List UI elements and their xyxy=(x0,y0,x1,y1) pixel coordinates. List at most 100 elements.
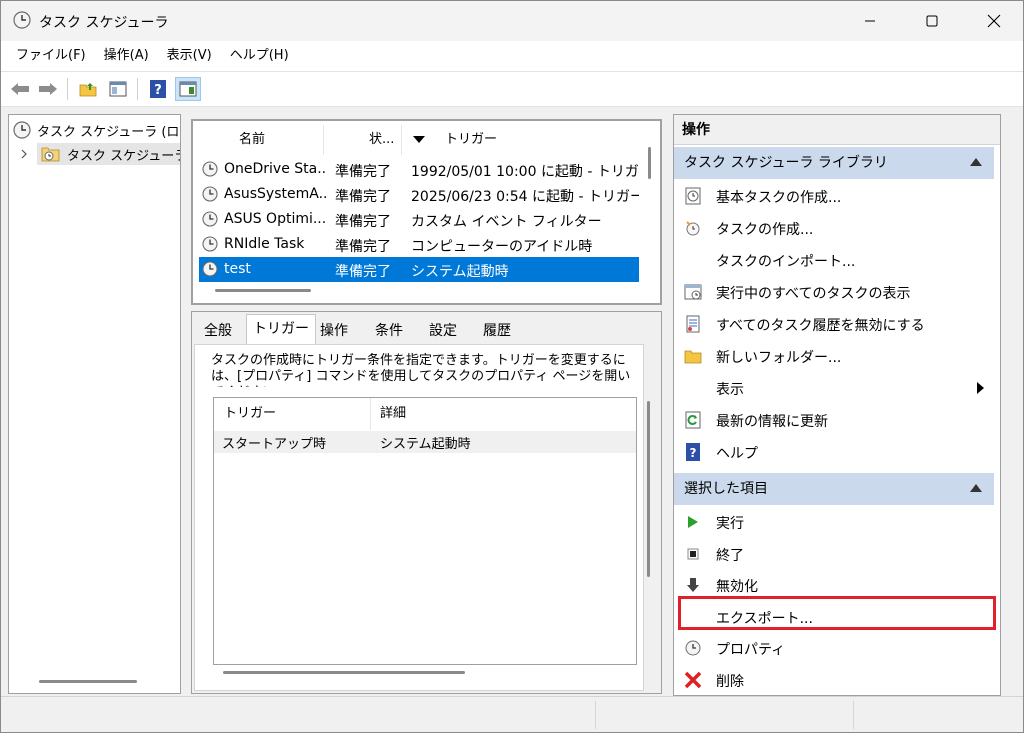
action-library_items-2[interactable]: タスクのインポート... xyxy=(674,244,994,275)
column-divider[interactable] xyxy=(401,125,402,155)
section-selected-item[interactable]: 選択した項目 xyxy=(674,473,994,505)
task-list: 名前 状... トリガー OneDrive Sta... 準備完了 1992/05/… xyxy=(191,119,662,305)
vertical-scrollbar[interactable] xyxy=(648,147,651,179)
task-row[interactable]: ASUS Optimi... 準備完了 カスタム イベント フィルター xyxy=(199,207,639,232)
maximize-icon xyxy=(926,15,938,27)
status-divider xyxy=(595,701,596,729)
up-folder-button[interactable] xyxy=(75,77,101,101)
close-icon xyxy=(987,14,1001,28)
tab-content: タスクの作成時にトリガー条件を指定できます。トリガーを変更するには、[プロパティ… xyxy=(194,344,650,691)
column-header-trigger[interactable]: トリガー xyxy=(445,125,497,155)
task-clock-icon xyxy=(202,261,218,277)
close-button[interactable] xyxy=(971,1,1017,41)
task-trigger: コンピューターのアイドル時 xyxy=(411,239,593,255)
action-library_items-1[interactable]: タスクの作成... xyxy=(674,212,994,243)
action-label: 表示 xyxy=(716,382,744,398)
action-library_items-6[interactable]: 表示 xyxy=(674,372,994,403)
tree-item-label: タスク スケジューラ (ローカル) xyxy=(37,124,180,140)
basic-task-icon xyxy=(684,187,702,205)
task-status: 準備完了 xyxy=(335,214,391,230)
toolbar: ? xyxy=(1,71,1023,107)
run-icon xyxy=(684,513,702,531)
svg-text:?: ? xyxy=(154,83,162,98)
section-library[interactable]: タスク スケジューラ ライブラリ xyxy=(674,147,994,179)
status-divider xyxy=(853,701,854,729)
tab-general[interactable]: 全般 xyxy=(198,318,238,345)
action-selected_items-5[interactable]: 削除 xyxy=(674,664,994,695)
action-library_items-8[interactable]: ? ヘルプ xyxy=(674,436,994,467)
action-selected_items-0[interactable]: 実行 xyxy=(674,506,994,537)
action-library_items-3[interactable]: 実行中のすべてのタスクの表示 xyxy=(674,276,994,307)
action-label: プロパティ xyxy=(716,642,786,658)
column-header-status[interactable]: 状... xyxy=(369,125,394,155)
action-label: タスクのインポート... xyxy=(716,254,856,270)
tree-item-library[interactable]: タスク スケジューラ ライブラリ xyxy=(19,143,180,165)
collapse-caret-icon[interactable] xyxy=(970,484,982,492)
action-label: すべてのタスク履歴を無効にする xyxy=(716,318,925,334)
create-task-icon xyxy=(684,219,702,237)
column-divider[interactable] xyxy=(323,125,324,155)
status-bar xyxy=(1,696,1023,732)
task-row[interactable]: OneDrive Sta... 準備完了 1992/05/01 10:00 に起動 … xyxy=(199,157,639,182)
window-title: タスク スケジューラ xyxy=(39,15,169,31)
vertical-scrollbar[interactable] xyxy=(647,401,650,577)
horizontal-scrollbar[interactable] xyxy=(215,289,311,292)
horizontal-scrollbar[interactable] xyxy=(39,680,137,683)
action-library_items-7[interactable]: 最新の情報に更新 xyxy=(674,404,994,435)
help-button[interactable]: ? xyxy=(145,77,171,101)
properties-icon xyxy=(684,639,702,657)
action-label: 終了 xyxy=(716,547,744,564)
tab-triggers[interactable]: トリガー xyxy=(246,314,316,345)
task-scheduler-window: タスク スケジューラ ファイル(F) 操作(A) 表示(V) ヘルプ(H) ? … xyxy=(0,0,1024,733)
collapse-caret-icon[interactable] xyxy=(970,158,982,166)
task-name: AsusSystemA... xyxy=(224,186,327,202)
back-button[interactable] xyxy=(7,77,33,101)
tab-settings[interactable]: 設定 xyxy=(423,318,463,345)
forward-arrow-icon xyxy=(39,83,57,95)
menu-help[interactable]: ヘルプ(H) xyxy=(221,41,298,71)
highlight-box xyxy=(678,596,996,630)
task-row[interactable]: AsusSystemA... 準備完了 2025/06/23 0:54 に起動 - … xyxy=(199,182,639,207)
action-library_items-4[interactable]: すべてのタスク履歴を無効にする xyxy=(674,308,994,339)
task-clock-icon xyxy=(202,186,218,202)
clock-icon xyxy=(13,11,31,29)
submenu-arrow-icon xyxy=(977,382,984,394)
folder-icon xyxy=(684,347,702,365)
tree-item-root[interactable]: タスク スケジューラ (ローカル) xyxy=(13,119,180,141)
task-status: 準備完了 xyxy=(335,239,391,255)
tab-conditions[interactable]: 条件 xyxy=(369,318,409,345)
show-hide-tree-button[interactable] xyxy=(105,77,131,101)
menu-view[interactable]: 表示(V) xyxy=(158,41,221,71)
horizontal-scrollbar[interactable] xyxy=(223,671,465,674)
tab-history[interactable]: 履歴 xyxy=(477,318,517,345)
column-header-detail[interactable]: 詳細 xyxy=(380,398,406,430)
action-label: 削除 xyxy=(716,673,744,690)
column-divider[interactable] xyxy=(370,398,371,430)
task-status: 準備完了 xyxy=(335,189,391,205)
forward-button[interactable] xyxy=(35,77,61,101)
column-header-trigger[interactable]: トリガー xyxy=(224,398,276,430)
actions-pane-title: 操作 xyxy=(674,115,1000,145)
folder-up-icon xyxy=(79,83,97,97)
menu-file[interactable]: ファイル(F) xyxy=(7,41,95,71)
chevron-right-icon[interactable] xyxy=(19,149,29,159)
help-icon: ? xyxy=(150,80,166,98)
show-hide-action-pane-button[interactable] xyxy=(175,77,201,101)
action-selected_items-1[interactable]: 終了 xyxy=(674,538,994,569)
task-row[interactable]: RNIdle Task 準備完了 コンピューターのアイドル時 xyxy=(199,232,639,257)
task-name: RNIdle Task xyxy=(224,236,305,252)
action-selected_items-4[interactable]: プロパティ xyxy=(674,632,994,663)
end-icon xyxy=(684,545,702,563)
task-row[interactable]: test 準備完了 システム起動時 xyxy=(199,257,639,282)
maximize-button[interactable] xyxy=(909,1,955,41)
action-library_items-5[interactable]: 新しいフォルダー... xyxy=(674,340,994,371)
action-label: タスクの作成... xyxy=(716,222,814,238)
column-header-name[interactable]: 名前 xyxy=(239,125,265,155)
minimize-button[interactable] xyxy=(847,1,893,41)
running-tasks-icon xyxy=(684,283,702,301)
sort-descending-icon xyxy=(413,136,425,143)
task-trigger: システム起動時 xyxy=(411,264,509,280)
tab-actions[interactable]: 操作 xyxy=(314,318,354,345)
action-library_items-0[interactable]: 基本タスクの作成... xyxy=(674,180,994,211)
menu-action[interactable]: 操作(A) xyxy=(95,41,158,71)
